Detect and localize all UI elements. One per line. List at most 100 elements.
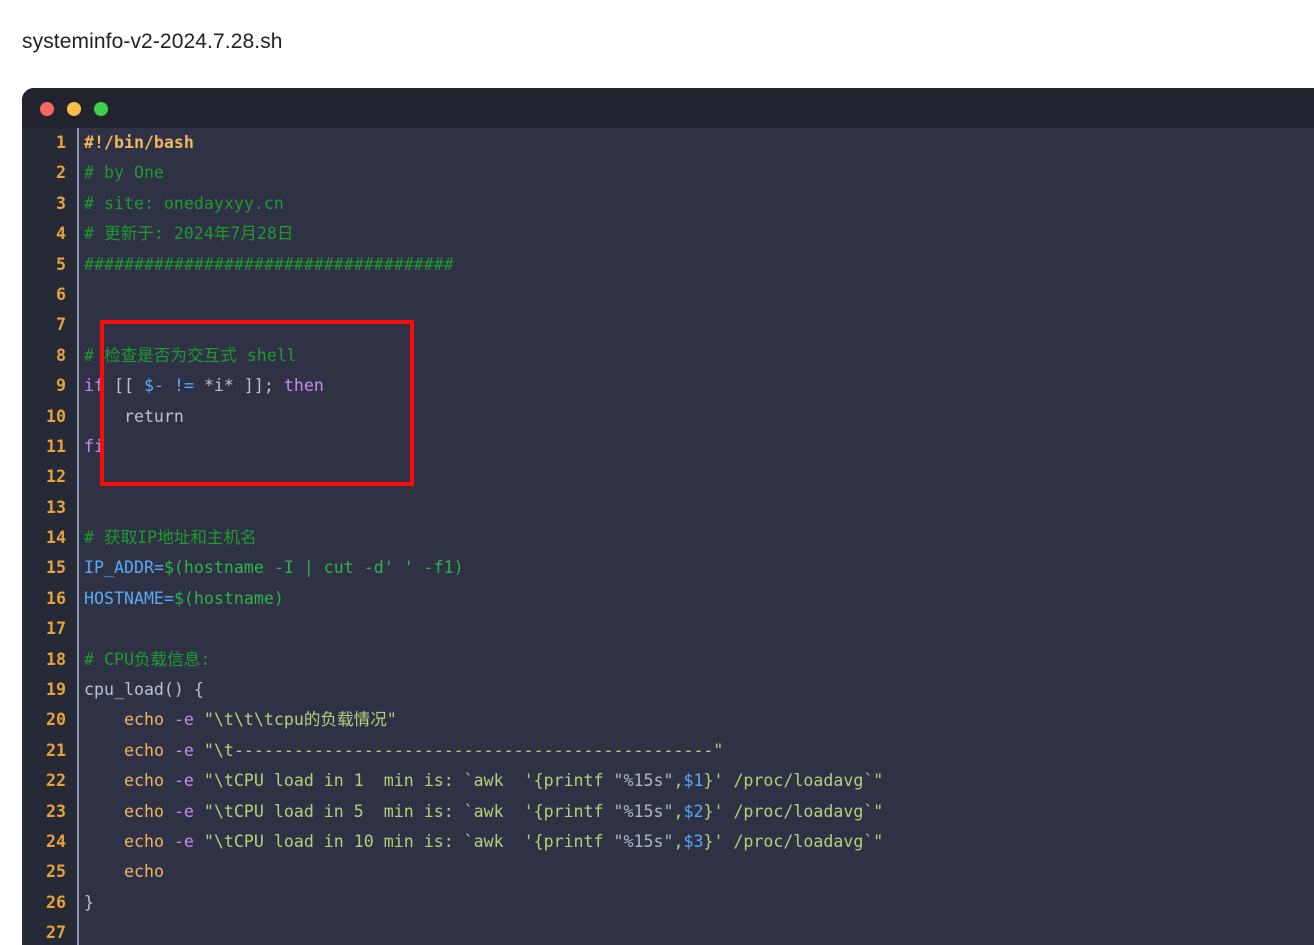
code-line[interactable]: 5 ##################################### bbox=[22, 250, 1314, 280]
code-line[interactable]: 7 bbox=[22, 310, 1314, 340]
code-text: cpu_load() { bbox=[84, 675, 1314, 705]
line-number: 6 bbox=[56, 284, 66, 304]
code-line[interactable]: 22 echo -e "\tCPU load in 1 min is: `awk… bbox=[22, 766, 1314, 796]
line-number: 20 bbox=[46, 710, 66, 730]
code-line[interactable]: 12 bbox=[22, 462, 1314, 492]
line-number: 19 bbox=[46, 680, 66, 700]
code-line[interactable]: 1 #!/bin/bash bbox=[22, 128, 1314, 158]
code-token: "%15s" bbox=[613, 831, 674, 851]
line-number: 1 bbox=[56, 133, 66, 152]
code-token: IP_ADDR bbox=[84, 558, 154, 578]
code-token: -e bbox=[173, 771, 194, 791]
code-line[interactable]: 9 if [[ $- != *i* ]]; then bbox=[22, 371, 1314, 401]
code-token: $(hostname) bbox=[173, 588, 284, 608]
code-line[interactable]: 25 echo bbox=[22, 857, 1314, 887]
code-token: # site: onedayxyy.cn bbox=[84, 193, 284, 213]
code-token: # 检查是否为交互式 shell bbox=[84, 345, 297, 365]
line-number: 18 bbox=[46, 649, 66, 669]
code-token: -e bbox=[173, 831, 194, 851]
code-token: "\t-------------------------------------… bbox=[203, 740, 724, 760]
code-text: echo -e "\t\t\tcpu的负载情况" bbox=[84, 705, 1314, 735]
code-text: #!/bin/bash bbox=[84, 128, 1314, 158]
code-token: "\tCPU load in 1 min is: `awk '{printf bbox=[203, 771, 614, 791]
code-token: fi bbox=[84, 436, 104, 456]
code-line[interactable]: 15 IP_ADDR=$(hostname -I | cut -d' ' -f1) bbox=[22, 553, 1314, 583]
code-line[interactable]: 13 bbox=[22, 493, 1314, 523]
code-line[interactable]: 6 bbox=[22, 280, 1314, 310]
line-number: 26 bbox=[46, 892, 66, 912]
code-text: # by One bbox=[84, 158, 1314, 188]
code-token: *i* bbox=[203, 376, 234, 396]
code-text: ##################################### bbox=[84, 250, 1314, 280]
code-editor[interactable]: 1 #!/bin/bash 2 # by One 3 # site: onedayxyy.… bbox=[22, 128, 1314, 945]
code-token: # 获取IP地址和主机名 bbox=[84, 528, 257, 548]
code-line[interactable]: 11 fi bbox=[22, 432, 1314, 462]
page-title: systeminfo-v2-2024.7.28.sh bbox=[22, 30, 283, 53]
code-line[interactable]: 20 echo -e "\t\t\tcpu的负载情况" bbox=[22, 705, 1314, 735]
code-token: , bbox=[673, 801, 684, 821]
code-content[interactable]: 1 #!/bin/bash 2 # by One 3 # site: onedayxyy.… bbox=[22, 128, 1314, 945]
code-token: = bbox=[163, 588, 174, 608]
code-line[interactable]: 17 bbox=[22, 614, 1314, 644]
code-token: echo bbox=[123, 771, 164, 791]
code-token: echo bbox=[123, 831, 164, 851]
code-token: then bbox=[283, 376, 324, 396]
line-number: 10 bbox=[46, 406, 66, 426]
code-line[interactable]: 8 # 检查是否为交互式 shell bbox=[22, 341, 1314, 371]
code-line[interactable]: 26} bbox=[22, 888, 1314, 918]
code-token: = bbox=[153, 558, 164, 578]
code-line[interactable]: 27 bbox=[22, 918, 1314, 945]
code-line[interactable]: 4 # 更新于: 2024年7月28日 bbox=[22, 219, 1314, 249]
code-line[interactable]: 21 echo -e "\t--------------------------… bbox=[22, 736, 1314, 766]
code-token: } bbox=[84, 892, 94, 912]
code-token: , bbox=[673, 831, 684, 851]
code-line[interactable]: 19 cpu_load() { bbox=[22, 675, 1314, 705]
code-token: echo bbox=[123, 801, 164, 821]
code-token: ]]; bbox=[243, 376, 274, 396]
code-token: #!/bin/bash bbox=[84, 133, 194, 152]
code-text: echo -e "\tCPU load in 10 min is: `awk '… bbox=[84, 827, 1314, 857]
line-number: 7 bbox=[56, 315, 66, 335]
line-number: 22 bbox=[46, 771, 66, 791]
code-line[interactable]: 2 # by One bbox=[22, 158, 1314, 188]
minimize-window-button[interactable] bbox=[67, 102, 81, 116]
code-line[interactable]: 10 return bbox=[22, 402, 1314, 432]
line-number: 23 bbox=[46, 801, 66, 821]
code-line[interactable]: 23 echo -e "\tCPU load in 5 min is: `awk… bbox=[22, 797, 1314, 827]
code-text: if [[ $- != *i* ]]; then bbox=[84, 371, 1314, 401]
code-text: fi bbox=[84, 432, 1314, 462]
code-token: "\t\t\tcpu的负载情况" bbox=[203, 710, 397, 730]
code-line[interactable]: 3 # site: onedayxyy.cn bbox=[22, 189, 1314, 219]
code-token: "%15s" bbox=[613, 771, 674, 791]
maximize-window-button[interactable] bbox=[94, 102, 108, 116]
close-window-button[interactable] bbox=[40, 102, 54, 116]
code-line[interactable]: 24 echo -e "\tCPU load in 10 min is: `aw… bbox=[22, 827, 1314, 857]
code-token: }' /proc/loadavg`" bbox=[703, 771, 884, 791]
code-text: # 更新于: 2024年7月28日 bbox=[84, 219, 1314, 249]
line-number: 15 bbox=[46, 558, 66, 578]
code-token: $(hostname -I | cut -d' ' -f1) bbox=[163, 558, 464, 578]
line-number: 4 bbox=[56, 224, 66, 244]
code-token: echo bbox=[123, 740, 164, 760]
code-token: -e bbox=[173, 740, 194, 760]
line-number: 25 bbox=[46, 862, 66, 882]
line-number: 11 bbox=[46, 436, 66, 456]
code-token: [[ bbox=[113, 376, 134, 396]
code-token: echo bbox=[123, 862, 164, 882]
code-line[interactable]: 16 HOSTNAME=$(hostname) bbox=[22, 584, 1314, 614]
code-text: # CPU负载信息: bbox=[84, 645, 1314, 675]
code-token: cpu_load() { bbox=[84, 680, 204, 700]
code-line[interactable]: 14 # 获取IP地址和主机名 bbox=[22, 523, 1314, 553]
code-line[interactable]: 18 # CPU负载信息: bbox=[22, 645, 1314, 675]
line-number: 12 bbox=[46, 467, 66, 487]
code-text: return bbox=[84, 402, 1314, 432]
code-token: }' /proc/loadavg`" bbox=[703, 831, 884, 851]
